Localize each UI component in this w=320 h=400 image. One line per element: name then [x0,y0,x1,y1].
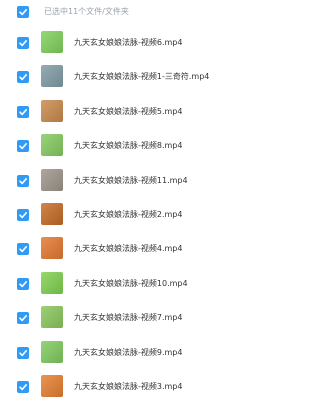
video-thumbnail [41,134,63,157]
file-checkbox[interactable] [17,71,29,84]
select-all-checkbox[interactable] [17,6,29,18]
selection-count: 已选中11个文件/文件夹 [44,7,129,16]
file-checkbox[interactable] [17,277,29,290]
check-icon [19,211,27,219]
file-row[interactable]: 九天玄女娘娘法脉-视频3.mp4 [0,370,280,400]
video-thumbnail [41,237,63,260]
video-thumbnail [41,168,63,191]
file-row[interactable]: 九天玄女娘娘法脉-视频7.mp4 [0,301,280,335]
file-row[interactable]: 九天玄女娘娘法脉-视频5.mp4 [0,95,280,129]
file-name: 九天玄女娘娘法脉-视频2.mp4 [74,209,183,219]
file-row[interactable]: 九天玄女娘娘法脉-视频6.mp4 [0,26,280,60]
video-thumbnail [41,99,63,122]
check-icon [19,143,27,150]
file-checkbox[interactable] [17,380,29,393]
check-icon [19,40,27,47]
file-row[interactable]: 九天玄女娘娘法脉-视频2.mp4 [0,198,280,232]
file-name: 九天玄女娘娘法脉-视频1-三奇符.mp4 [74,72,210,82]
video-thumbnail [41,31,63,53]
check-icon [19,177,27,184]
check-icon [19,74,27,81]
file-checkbox[interactable] [17,37,29,49]
file-checkbox[interactable] [17,140,29,153]
file-checkbox[interactable] [17,312,29,325]
file-row[interactable]: 九天玄女娘娘法脉-视频11.mp4 [0,164,280,198]
file-name: 九天玄女娘娘法脉-视频8.mp4 [74,141,183,151]
video-thumbnail [41,306,63,329]
file-name: 九天玄女娘娘法脉-视频7.mp4 [74,313,183,323]
selection-header: 已选中11个文件/文件夹 [0,0,280,26]
video-thumbnail [41,202,63,225]
file-row[interactable]: 九天玄女娘娘法脉-视频8.mp4 [0,129,280,163]
file-row[interactable]: 九天玄女娘娘法脉-视频4.mp4 [0,232,280,266]
check-icon [19,246,27,253]
check-icon [19,280,27,287]
check-icon [19,383,27,391]
check-icon [19,315,27,322]
file-row[interactable]: 九天玄女娘娘法脉-视频10.mp4 [0,267,280,301]
video-thumbnail [41,374,63,397]
video-thumbnail [41,271,63,294]
file-list: 九天玄女娘娘法脉-视频6.mp4 九天玄女娘娘法脉-视频1-三奇符.mp4 九天… [0,26,280,400]
video-thumbnail [41,340,63,363]
video-thumbnail [41,65,63,88]
file-name: 九天玄女娘娘法脉-视频3.mp4 [74,381,183,391]
check-icon [19,349,27,356]
file-name: 九天玄女娘娘法脉-视频5.mp4 [74,106,183,116]
file-selection-screen: 已选中11个文件/文件夹 九天玄女娘娘法脉-视频6.mp4 九天玄女娘娘法脉-视… [0,0,280,400]
file-checkbox[interactable] [17,105,29,118]
file-checkbox[interactable] [17,346,29,359]
file-checkbox[interactable] [17,174,29,187]
file-name: 九天玄女娘娘法脉-视频9.mp4 [74,347,183,357]
file-checkbox[interactable] [17,208,29,221]
check-icon [19,9,27,16]
file-name: 九天玄女娘娘法脉-视频11.mp4 [74,175,188,185]
file-row[interactable]: 九天玄女娘娘法脉-视频1-三奇符.mp4 [0,60,280,94]
file-name: 九天玄女娘娘法脉-视频6.mp4 [74,38,183,47]
check-icon [19,108,27,115]
file-name: 九天玄女娘娘法脉-视频4.mp4 [74,244,183,254]
file-row[interactable]: 九天玄女娘娘法脉-视频9.mp4 [0,336,280,370]
file-name: 九天玄女娘娘法脉-视频10.mp4 [74,278,188,288]
file-checkbox[interactable] [17,243,29,256]
